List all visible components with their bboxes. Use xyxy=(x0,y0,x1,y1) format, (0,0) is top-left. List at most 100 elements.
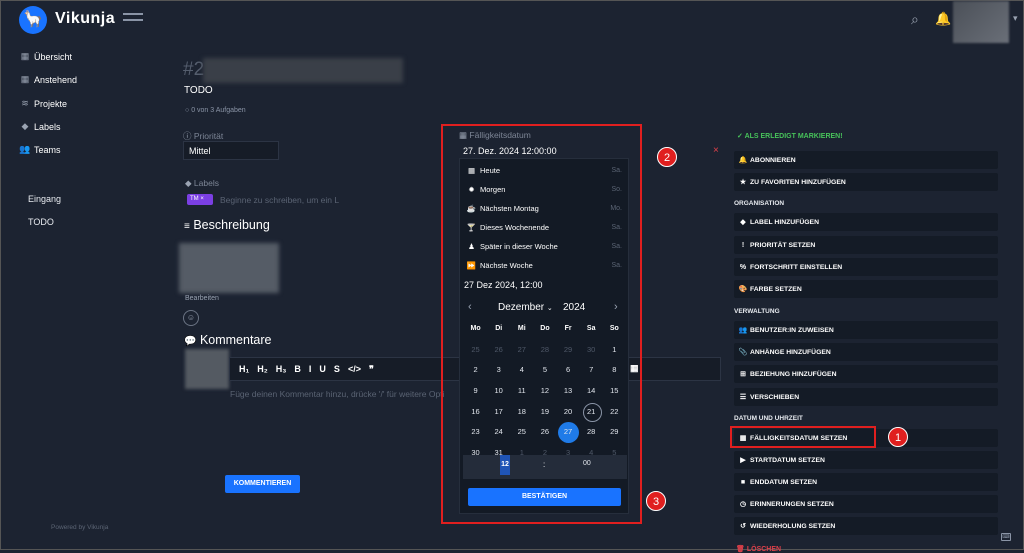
comments-heading: 💬 Kommentare xyxy=(184,333,272,347)
sidebar-item-upcoming[interactable]: ▦ Anstehend xyxy=(19,74,77,85)
annotation-box-datepicker xyxy=(441,124,642,524)
tags-icon: ◆ xyxy=(21,121,29,131)
sidebar-item-overview[interactable]: ▦ Übersicht xyxy=(19,51,72,62)
task-number: #2 xyxy=(183,59,205,80)
task-project[interactable]: TODO xyxy=(184,85,213,96)
labels-label: ◆ Labels xyxy=(185,178,219,189)
favorite-button[interactable]: ★ ZU FAVORITEN HINZUFÜGEN xyxy=(734,173,998,191)
user-avatar[interactable] xyxy=(953,1,1009,43)
bold-button[interactable]: B xyxy=(294,364,301,374)
add-relation-button[interactable]: ⊞ BEZIEHUNG HINZUFÜGEN xyxy=(734,365,998,383)
app-name: Vikunja xyxy=(55,10,116,27)
action-label: PRIORITÄT SETZEN xyxy=(750,241,816,249)
percent-icon: % xyxy=(739,263,747,271)
action-label: ENDDATUM SETZEN xyxy=(750,478,818,486)
add-reaction-icon[interactable]: ☺ xyxy=(183,310,199,326)
action-label: FARBE SETZEN xyxy=(750,285,802,293)
progress-text: 0 von 3 Aufgaben xyxy=(191,107,246,114)
action-label: VERSCHIEBEN xyxy=(750,393,800,401)
label-chip[interactable]: TM × xyxy=(187,194,213,205)
bell-icon[interactable]: 🔔 xyxy=(935,11,951,27)
sidebar-project-todo[interactable]: TODO xyxy=(28,217,54,227)
label-input[interactable]: Beginne zu schreiben, um ein L xyxy=(220,195,339,205)
add-label-button[interactable]: ◆ LABEL HINZUFÜGEN xyxy=(734,213,998,231)
comments-heading-text: Kommentare xyxy=(199,333,272,347)
set-repeat-button[interactable]: ↺ WIEDERHOLUNG SETZEN xyxy=(734,517,998,535)
history-icon: ↺ xyxy=(740,523,746,530)
sidebar-item-label: Übersicht xyxy=(34,51,73,62)
align-left-icon: ≡ xyxy=(184,221,190,232)
label-chip-text: TM xyxy=(190,196,199,202)
quote-button[interactable]: ❞ xyxy=(369,364,374,375)
action-label: WIEDERHOLUNG SETZEN xyxy=(750,522,836,530)
sidebar-item-label: Teams xyxy=(34,144,61,155)
action-label: FORTSCHRITT EINSTELLEN xyxy=(750,263,843,271)
action-label: LABEL HINZUFÜGEN xyxy=(750,218,819,226)
edit-description-link[interactable]: Bearbeiten xyxy=(185,295,219,302)
set-end-date-button[interactable]: ■ ENDDATUM SETZEN xyxy=(734,473,998,491)
comment-button[interactable]: KOMMENTIEREN xyxy=(225,475,300,493)
mark-done-button[interactable]: ✓ ALS ERLEDIGT MARKIEREN! xyxy=(737,132,843,140)
subscribe-button[interactable]: 🔔 ABONNIEREN xyxy=(734,151,998,169)
action-label: BENUTZER:IN ZUWEISEN xyxy=(750,326,834,334)
powered-by[interactable]: Powered by Vikunja xyxy=(51,524,108,531)
description-content[interactable] xyxy=(179,243,279,293)
action-label: ERINNERUNGEN SETZEN xyxy=(750,500,834,508)
search-icon[interactable]: ⌕ xyxy=(911,11,919,28)
description-heading: ≡ Beschreibung xyxy=(184,218,270,232)
tags-icon: ◆ xyxy=(185,178,192,188)
app-window: 🦙 Vikunja ⌕ 🔔 ▾ ▦ Übersicht ▦ Anstehend ≋ P… xyxy=(0,0,1024,553)
play-icon: ▶ xyxy=(740,457,746,464)
set-color-button[interactable]: 🎨 FARBE SETZEN xyxy=(734,280,998,298)
task-title-redacted[interactable] xyxy=(203,58,403,83)
italic-button[interactable]: I xyxy=(309,364,312,374)
heading2-button[interactable]: H₂ xyxy=(257,364,268,374)
hamburger-menu-icon[interactable] xyxy=(123,13,143,25)
date-heading: DATUM UND UHRZEIT xyxy=(734,415,803,422)
set-start-date-button[interactable]: ▶ STARTDATUM SETZEN xyxy=(734,451,998,469)
star-icon: ★ xyxy=(739,179,747,186)
heading3-button[interactable]: H₃ xyxy=(276,364,287,374)
users-icon: 👥 xyxy=(738,327,748,334)
add-attachment-button[interactable]: 📎 ANHÄNGE HINZUFÜGEN xyxy=(734,343,998,361)
calendar-icon: ▦ xyxy=(20,74,30,84)
sidebar-item-label: Projekte xyxy=(34,98,68,109)
set-progress-button[interactable]: % FORTSCHRITT EINSTELLEN xyxy=(734,258,998,276)
code-button[interactable]: </> xyxy=(348,364,361,374)
sidebar-item-teams[interactable]: 👥 Teams xyxy=(19,144,61,155)
vikunja-logo-icon[interactable]: 🦙 xyxy=(19,6,47,34)
sidebar-item-labels[interactable]: ◆ Labels xyxy=(19,121,61,132)
annotation-badge-3: 3 xyxy=(646,491,666,511)
bell-icon: 🔔 xyxy=(738,157,748,164)
set-priority-button[interactable]: ! PRIORITÄT SETZEN xyxy=(734,236,998,254)
assign-user-button[interactable]: 👥 BENUTZER:IN ZUWEISEN xyxy=(734,321,998,339)
action-label: BEZIEHUNG HINZUFÜGEN xyxy=(750,370,837,378)
move-button[interactable]: ☰ VERSCHIEBEN xyxy=(734,388,998,406)
stop-icon: ■ xyxy=(740,478,746,486)
sidebar-item-projects[interactable]: ≋ Projekte xyxy=(19,98,67,109)
underline-button[interactable]: U xyxy=(319,364,326,374)
chevron-down-icon[interactable]: ▾ xyxy=(1013,13,1018,24)
comment-avatar xyxy=(185,349,229,389)
set-reminders-button[interactable]: ◷ ERINNERUNGEN SETZEN xyxy=(734,495,998,513)
priority-select[interactable]: Mittel xyxy=(183,141,279,160)
annotation-badge-1: 1 xyxy=(888,427,908,447)
delete-button[interactable]: 🗑 LÖSCHEN xyxy=(736,545,781,553)
priority-label-text: Priorität xyxy=(193,131,224,141)
comment-input[interactable]: Füge deinen Kommentar hinzu, drücke '/' … xyxy=(230,389,444,399)
heading1-button[interactable]: H₁ xyxy=(239,364,249,374)
task-progress: ○ 0 von 3 Aufgaben xyxy=(185,107,246,114)
paperclip-icon: 📎 xyxy=(738,349,748,356)
exclamation-icon: ! xyxy=(741,241,745,249)
keyboard-icon[interactable]: ⌨ xyxy=(1001,533,1011,541)
description-heading-text: Beschreibung xyxy=(193,218,270,232)
sitemap-icon: ⊞ xyxy=(740,371,746,378)
sidebar-item-label: Labels xyxy=(34,121,61,132)
list-icon: ☰ xyxy=(739,394,747,401)
sidebar-project-inbox[interactable]: Eingang xyxy=(28,194,61,204)
strikethrough-button[interactable]: S xyxy=(334,364,340,374)
calendar-icon: ▦ xyxy=(20,51,30,61)
mark-done-text: ALS ERLEDIGT MARKIEREN! xyxy=(744,133,843,140)
action-label: ANHÄNGE HINZUFÜGEN xyxy=(750,348,831,356)
close-icon[interactable]: × xyxy=(713,145,719,156)
